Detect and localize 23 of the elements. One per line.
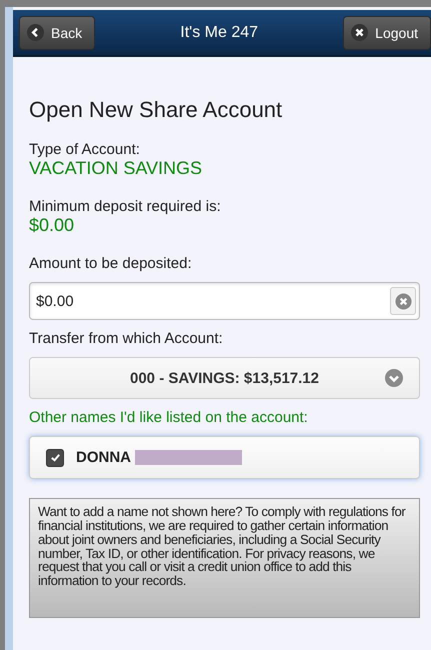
back-button[interactable]: Back bbox=[19, 16, 96, 50]
page-title: Open New Share Account bbox=[29, 97, 284, 123]
account-type-value: VACATION SAVINGS bbox=[29, 158, 204, 179]
amount-field[interactable]: $0.00 bbox=[29, 282, 420, 320]
checkbox[interactable] bbox=[46, 448, 64, 466]
minimum-deposit-value: $0.00 bbox=[29, 215, 76, 236]
close-icon bbox=[351, 24, 368, 41]
back-icon bbox=[27, 24, 44, 41]
field-label: Type of Account: bbox=[29, 141, 141, 158]
name-checkbox-row[interactable]: DONNA bbox=[29, 436, 420, 479]
account-dropdown[interactable]: 000 - SAVINGS: $13,517.12 bbox=[29, 357, 420, 399]
chevron-down-icon bbox=[385, 369, 403, 387]
clear-icon bbox=[394, 292, 412, 310]
check-icon bbox=[50, 452, 60, 463]
notice-text: Want to add a name not shown here? To comply with regulations for financial institutions, we are required to gather certain information about joint owners and beneficiaries, including a Social Security number, Tax ID, or other identification. For privacy reasons, we request that you call or visit a credit union office to add this information to your records. bbox=[29, 498, 420, 618]
field-label: Minimum deposit required is: bbox=[29, 198, 222, 215]
logout-button[interactable]: Logout bbox=[343, 16, 431, 50]
app-title: It's Me 247 bbox=[180, 24, 258, 42]
section-label: Other names I'd like listed on the account: bbox=[29, 409, 309, 426]
field-label: Transfer from which Account: bbox=[29, 330, 224, 347]
clear-button[interactable] bbox=[390, 287, 416, 315]
name-label: DONNA bbox=[76, 449, 131, 466]
field-label: Amount to be deposited: bbox=[29, 255, 193, 272]
